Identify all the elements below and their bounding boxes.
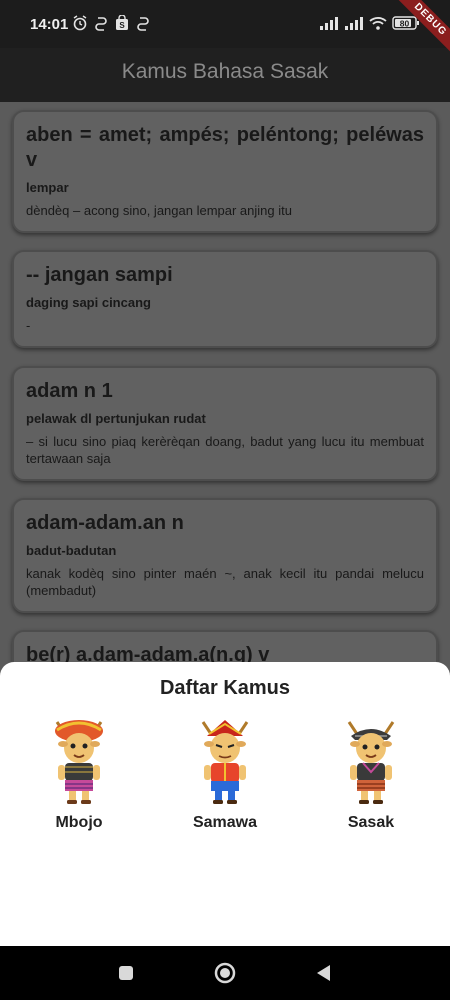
sync-icon [95, 17, 107, 31]
system-nav-bar [0, 946, 450, 1000]
entry-card[interactable]: adam n 1 pelawak dl pertunjukan rudat – … [12, 366, 438, 481]
status-time: 14:01 [30, 16, 69, 33]
dictionary-label: Mbojo [55, 814, 103, 831]
samawa-mascot-icon [201, 720, 249, 804]
entry-card[interactable]: aben = amet; ampés; peléntong; peléwas v… [12, 110, 438, 233]
status-right-icons: 80 [319, 15, 420, 31]
dictionary-sasak-button[interactable]: Sasak [316, 714, 426, 832]
entry-example: - [26, 318, 31, 333]
page-title: Kamus Bahasa Sasak [121, 60, 329, 83]
circle-home-icon[interactable] [213, 961, 237, 985]
status-bar: 14:01 S 80 [0, 0, 450, 48]
entry-meaning: lempar [26, 180, 69, 195]
entry-meaning: daging sapi cincang [26, 295, 151, 310]
signal-icon [320, 17, 338, 30]
entry-meaning: pelawak dl pertunjukan rudat [26, 411, 206, 426]
alarm-icon [73, 15, 87, 31]
dictionary-mbojo-button[interactable]: Mbojo [24, 714, 134, 832]
triangle-back-icon[interactable] [312, 961, 336, 985]
square-icon[interactable] [114, 961, 138, 985]
entry-meaning: badut-badutan [26, 543, 117, 558]
svg-text:S: S [119, 21, 125, 30]
app-bar: Kamus Bahasa Sasak [0, 48, 450, 102]
dictionary-sheet: Daftar Kamus Mbojo Samawa Sasak [0, 662, 450, 946]
shopping-bag-icon: S [116, 15, 128, 30]
entry-example: – si lucu sino piaq kerèrèqan doang, bad… [26, 434, 424, 466]
entry-example: kanak kodèq sino pinter maén ~, anak kec… [26, 566, 424, 598]
sheet-title: Daftar Kamus [159, 677, 291, 699]
battery-level: 80 [400, 19, 410, 29]
dictionary-samawa-button[interactable]: Samawa [170, 714, 280, 832]
entry-word: -- jangan sampi [26, 264, 173, 286]
entry-example: dèndèq – acong sino, jangan lempar anjin… [26, 203, 292, 218]
sasak-mascot-icon [347, 721, 395, 804]
sync-icon [137, 17, 149, 31]
entry-word: aben = amet; ampés; peléntong; peléwas v [26, 124, 424, 171]
signal-icon [345, 17, 363, 30]
entry-word: adam n 1 [26, 380, 113, 402]
status-left-icons: S [72, 15, 151, 31]
entry-card[interactable]: adam-adam.an n badut-badutan kanak kodèq… [12, 498, 438, 613]
dictionary-label: Sasak [347, 814, 395, 831]
wifi-icon [369, 17, 387, 30]
mbojo-mascot-icon [55, 720, 103, 804]
entry-word: adam-adam.an n [26, 512, 184, 534]
dictionary-label: Samawa [192, 814, 258, 831]
entry-card[interactable]: -- jangan sampi daging sapi cincang - [12, 250, 438, 348]
